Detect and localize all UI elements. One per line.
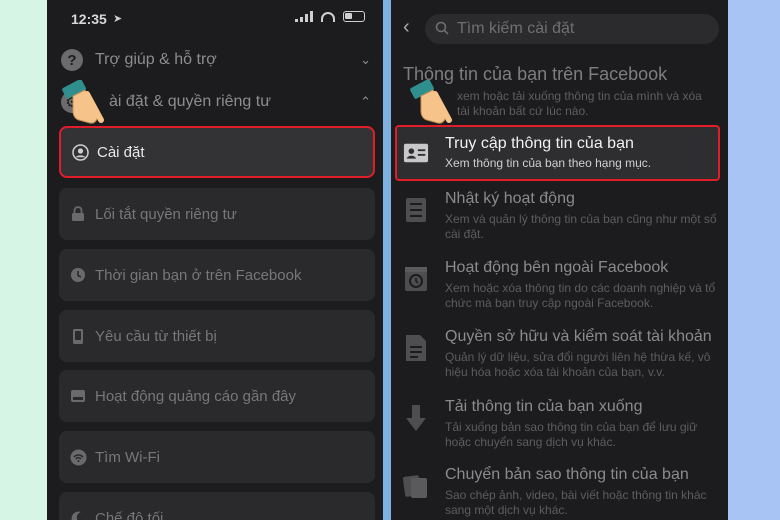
pointing-hand-icon [410, 80, 452, 124]
item-title: Truy cập thông tin của bạn [445, 135, 634, 152]
moon-icon [69, 509, 87, 520]
status-time: 12:35 [71, 11, 107, 27]
section-help-support[interactable]: ? Trợ giúp & hỗ trợ ⌄ [61, 44, 371, 76]
background-left [0, 0, 47, 520]
menu-item-recent-ad-activity[interactable]: Hoạt động quảng cáo gần đây [59, 370, 375, 422]
menu-item-label: Cài đặt [97, 143, 145, 161]
menu-item-settings[interactable]: Cài đặt [59, 126, 375, 178]
ad-icon [69, 387, 87, 405]
clock-icon [69, 266, 87, 284]
lock-icon [69, 205, 87, 223]
item-transfer-copy[interactable]: Chuyển bản sao thông tin của bạn Sao ché… [401, 466, 717, 520]
wifi-status-icon [321, 11, 335, 22]
menu-item-time-on-facebook[interactable]: Thời gian bạn ở trên Facebook [59, 249, 375, 301]
item-activity-log[interactable]: Nhật ký hoạt động Xem và quản lý thông t… [401, 190, 717, 244]
menu-item-find-wifi[interactable]: Tìm Wi-Fi [59, 431, 375, 483]
item-title: Hoạt động bên ngoài Facebook [445, 259, 669, 276]
section-label: Trợ giúp & hỗ trợ [95, 51, 217, 68]
item-description: Xem và quản lý thông tin của bạn cũng nh… [445, 212, 717, 241]
section-settings-privacy[interactable]: ⚙ ài đặt & quyền riêng tư ⌃ [61, 86, 371, 118]
battery-icon [343, 11, 365, 22]
pointing-hand-icon [62, 80, 104, 124]
item-account-ownership[interactable]: Quyền sở hữu và kiểm soát tài khoản Quản… [401, 328, 717, 382]
item-access-your-information[interactable]: Truy cập thông tin của bạn Xem thông tin… [395, 125, 720, 181]
item-title: Tải thông tin của bạn xuống [445, 398, 643, 415]
question-icon: ? [61, 49, 83, 71]
menu-item-label: Thời gian bạn ở trên Facebook [95, 266, 302, 284]
item-description: Tải xuống bản sao thông tin của bạn để l… [445, 420, 698, 449]
menu-item-label: Lối tắt quyền riêng tư [95, 205, 237, 223]
status-bar: 12:35 ➤ [47, 0, 383, 36]
search-input[interactable]: Tìm kiếm cài đặt [425, 14, 719, 44]
item-description: Sao chép ảnh, video, bài viết hoặc thông… [445, 488, 707, 517]
signal-icon [295, 11, 313, 22]
search-placeholder: Tìm kiếm cài đặt [457, 20, 575, 37]
phone-icon [69, 327, 87, 345]
list-icon [403, 196, 429, 224]
back-chevron-icon[interactable]: ‹ [403, 16, 410, 39]
item-description: Xem hoặc xóa thông tin do các doanh nghi… [445, 281, 716, 310]
transfer-icon [403, 472, 429, 500]
item-off-facebook-activity[interactable]: Hoạt động bên ngoài Facebook Xem hoặc xó… [401, 259, 717, 313]
history-icon [403, 265, 429, 293]
item-description: Xem thông tin của bạn theo hạng mục. [445, 156, 652, 170]
menu-item-dark-mode[interactable]: Chế độ tối [59, 492, 375, 520]
chevron-down-icon: ⌄ [360, 52, 371, 67]
item-title: Nhật ký hoạt động [445, 190, 575, 207]
menu-item-label: Yêu cầu từ thiết bị [95, 327, 217, 345]
right-phone-screen: ‹ Tìm kiếm cài đặt Thông tin của bạn trê… [391, 0, 728, 520]
id-card-icon [403, 139, 429, 167]
section-subtitle-text: xem hoặc tải xuống thông tin của mình và… [457, 89, 702, 118]
location-arrow-icon: ➤ [113, 13, 123, 25]
download-icon [403, 404, 429, 432]
status-icons [295, 11, 365, 22]
menu-item-label: Hoạt động quảng cáo gần đây [95, 387, 296, 405]
search-icon [435, 21, 449, 38]
user-circle-icon [71, 143, 89, 161]
item-title: Chuyển bản sao thông tin của bạn [445, 466, 689, 483]
background-right [728, 0, 780, 520]
left-phone-screen: 12:35 ➤ ? Trợ giúp & hỗ trợ ⌄ ⚙ ài đặt &… [47, 0, 383, 520]
menu-item-privacy-shortcuts[interactable]: Lối tắt quyền riêng tư [59, 188, 375, 240]
item-description: Quản lý dữ liệu, sửa đổi người liên hệ t… [445, 350, 711, 379]
section-label: ài đặt & quyền riêng tư [109, 93, 271, 110]
document-icon [403, 334, 429, 362]
panel-divider [383, 0, 391, 520]
menu-item-device-requests[interactable]: Yêu cầu từ thiết bị [59, 310, 375, 362]
wifi-icon [69, 448, 87, 466]
menu-item-label: Chế độ tối [95, 509, 164, 520]
item-download-your-information[interactable]: Tải thông tin của bạn xuống Tải xuống bả… [401, 398, 717, 452]
item-title: Quyền sở hữu và kiểm soát tài khoản [445, 328, 712, 345]
menu-item-label: Tìm Wi-Fi [95, 448, 160, 466]
chevron-up-icon: ⌃ [360, 94, 371, 109]
